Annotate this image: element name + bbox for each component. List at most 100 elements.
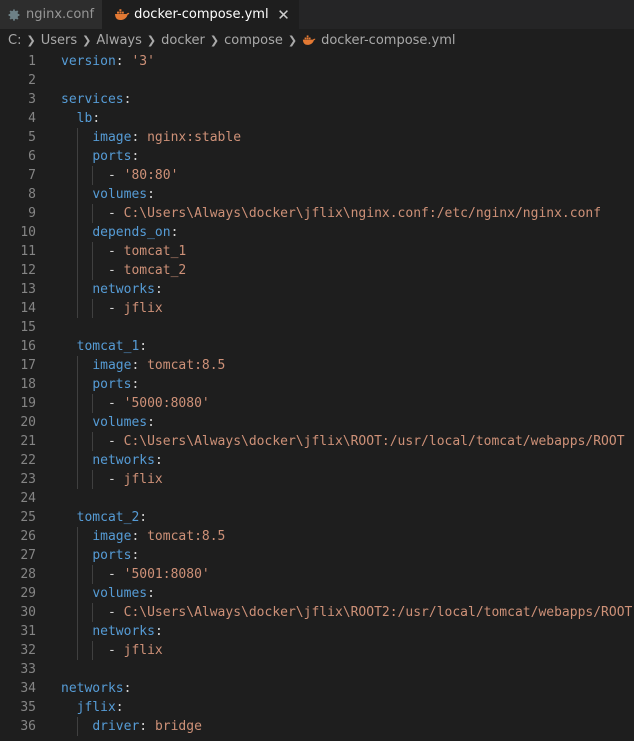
- docker-whale-icon: [302, 35, 316, 45]
- code-line[interactable]: 1 version: '3': [0, 52, 634, 71]
- code-text: version: '3': [61, 52, 155, 71]
- yaml-punctuation: :: [154, 624, 163, 639]
- breadcrumb-file-label: docker-compose.yml: [321, 33, 456, 48]
- yaml-punctuation: :: [147, 415, 155, 430]
- code-line[interactable]: 22 networks:: [0, 451, 634, 470]
- yaml-punctuation: :: [139, 510, 148, 525]
- code-text: - jflix: [61, 299, 163, 318]
- breadcrumb-item-docker[interactable]: docker: [161, 33, 205, 48]
- code-line[interactable]: 34 networks:: [0, 679, 634, 698]
- code-line[interactable]: 2: [0, 71, 634, 90]
- code-line[interactable]: 5 image: nginx:stable: [0, 128, 634, 147]
- code-line[interactable]: 16 tomcat_1:: [0, 337, 634, 356]
- code-line[interactable]: 7 - '80:80': [0, 166, 634, 185]
- yaml-value: tomcat:8.5: [147, 358, 226, 373]
- breadcrumb-item-users[interactable]: Users: [41, 33, 77, 48]
- yaml-key: jflix: [76, 700, 116, 715]
- breadcrumb-item-compose[interactable]: compose: [224, 33, 283, 48]
- yaml-punctuation: [61, 719, 92, 734]
- line-number: 15: [20, 320, 36, 335]
- yaml-punctuation: :: [131, 377, 140, 392]
- code-line[interactable]: 20 volumes:: [0, 413, 634, 432]
- code-text: - C:\Users\Always\docker\jflix\ROOT:/usr…: [61, 432, 625, 451]
- code-text: jflix:: [61, 698, 124, 717]
- yaml-punctuation: [61, 624, 92, 639]
- code-text: depends_on:: [61, 223, 178, 242]
- code-line[interactable]: 29 volumes:: [0, 584, 634, 603]
- code-line[interactable]: 12 - tomcat_2: [0, 261, 634, 280]
- yaml-key: volumes: [92, 187, 148, 202]
- yaml-punctuation: [61, 510, 77, 525]
- tab-label: docker-compose.yml: [134, 7, 269, 22]
- close-icon[interactable]: ✕: [277, 6, 291, 24]
- yaml-key: version: [61, 54, 116, 69]
- code-line[interactable]: 17 image: tomcat:8.5: [0, 356, 634, 375]
- code-line[interactable]: 35 jflix:: [0, 698, 634, 717]
- yaml-punctuation: :: [139, 339, 148, 354]
- line-number: 31: [20, 624, 36, 639]
- yaml-punctuation: -: [61, 244, 124, 259]
- yaml-value: tomcat:8.5: [147, 529, 226, 544]
- yaml-value: '5000:8080': [123, 396, 210, 411]
- code-text: ports:: [61, 147, 139, 166]
- yaml-key: depends_on: [92, 225, 171, 240]
- line-number: 29: [20, 586, 36, 601]
- line-number: 5: [28, 130, 36, 145]
- code-line[interactable]: 6 ports:: [0, 147, 634, 166]
- line-number: 16: [20, 339, 36, 354]
- yaml-value: tomcat_2: [123, 263, 187, 278]
- code-line[interactable]: 3 services:: [0, 90, 634, 109]
- code-line[interactable]: 11 - tomcat_1: [0, 242, 634, 261]
- code-text: - '5001:8080': [61, 565, 210, 584]
- code-line[interactable]: 19 - '5000:8080': [0, 394, 634, 413]
- code-line[interactable]: 27 ports:: [0, 546, 634, 565]
- code-line[interactable]: 14 - jflix: [0, 299, 634, 318]
- yaml-key: volumes: [92, 415, 148, 430]
- code-line[interactable]: 32 - jflix: [0, 641, 634, 660]
- code-line[interactable]: 10 depends_on:: [0, 223, 634, 242]
- code-line[interactable]: 31 networks:: [0, 622, 634, 641]
- code-line[interactable]: 18 ports:: [0, 375, 634, 394]
- yaml-value: nginx:stable: [147, 130, 242, 145]
- code-text: - jflix: [61, 470, 163, 489]
- yaml-value: jflix: [123, 301, 163, 316]
- code-editor[interactable]: 1 version: '3' 2 3 services: 4 lb: 5 image: ng…: [0, 52, 634, 741]
- yaml-punctuation: -: [61, 472, 124, 487]
- code-text: lb:: [61, 109, 100, 128]
- code-text: networks:: [61, 451, 163, 470]
- tab-nginx-conf[interactable]: nginx.conf: [0, 0, 103, 29]
- yaml-punctuation: -: [61, 168, 124, 183]
- code-line[interactable]: 4 lb:: [0, 109, 634, 128]
- code-line[interactable]: 36 driver: bridge: [0, 717, 634, 736]
- code-line[interactable]: 30 - C:\Users\Always\docker\jflix\ROOT2:…: [0, 603, 634, 622]
- code-line[interactable]: 13 networks:: [0, 280, 634, 299]
- code-text: tomcat_1:: [61, 337, 147, 356]
- yaml-key: ports: [92, 149, 132, 164]
- yaml-punctuation: :: [131, 548, 140, 563]
- code-line[interactable]: 8 volumes:: [0, 185, 634, 204]
- line-number: 8: [28, 187, 36, 202]
- code-line[interactable]: 21 - C:\Users\Always\docker\jflix\ROOT:/…: [0, 432, 634, 451]
- line-number: 23: [20, 472, 36, 487]
- code-line[interactable]: 9 - C:\Users\Always\docker\jflix\nginx.c…: [0, 204, 634, 223]
- yaml-value: '3': [131, 54, 155, 69]
- yaml-punctuation: :: [154, 453, 163, 468]
- code-text: networks:: [61, 280, 162, 299]
- tab-docker-compose-yml[interactable]: docker-compose.yml ✕: [102, 0, 299, 29]
- breadcrumb: C: ❯ Users ❯ Always ❯ docker ❯ compose ❯…: [0, 29, 634, 52]
- yaml-punctuation: [61, 339, 77, 354]
- code-line[interactable]: 15: [0, 318, 634, 337]
- breadcrumb-item-file[interactable]: docker-compose.yml: [302, 33, 456, 48]
- code-line[interactable]: 25 tomcat_2:: [0, 508, 634, 527]
- breadcrumb-item-drive[interactable]: C:: [8, 33, 21, 48]
- code-line[interactable]: 33: [0, 660, 634, 679]
- code-line[interactable]: 26 image: tomcat:8.5: [0, 527, 634, 546]
- yaml-key: image: [92, 529, 132, 544]
- code-text: volumes:: [61, 413, 155, 432]
- code-line[interactable]: 24: [0, 489, 634, 508]
- breadcrumb-item-always[interactable]: Always: [96, 33, 142, 48]
- code-line[interactable]: 23 - jflix: [0, 470, 634, 489]
- code-line[interactable]: 28 - '5001:8080': [0, 565, 634, 584]
- code-text: image: nginx:stable: [61, 128, 241, 147]
- chevron-right-icon: ❯: [26, 34, 36, 47]
